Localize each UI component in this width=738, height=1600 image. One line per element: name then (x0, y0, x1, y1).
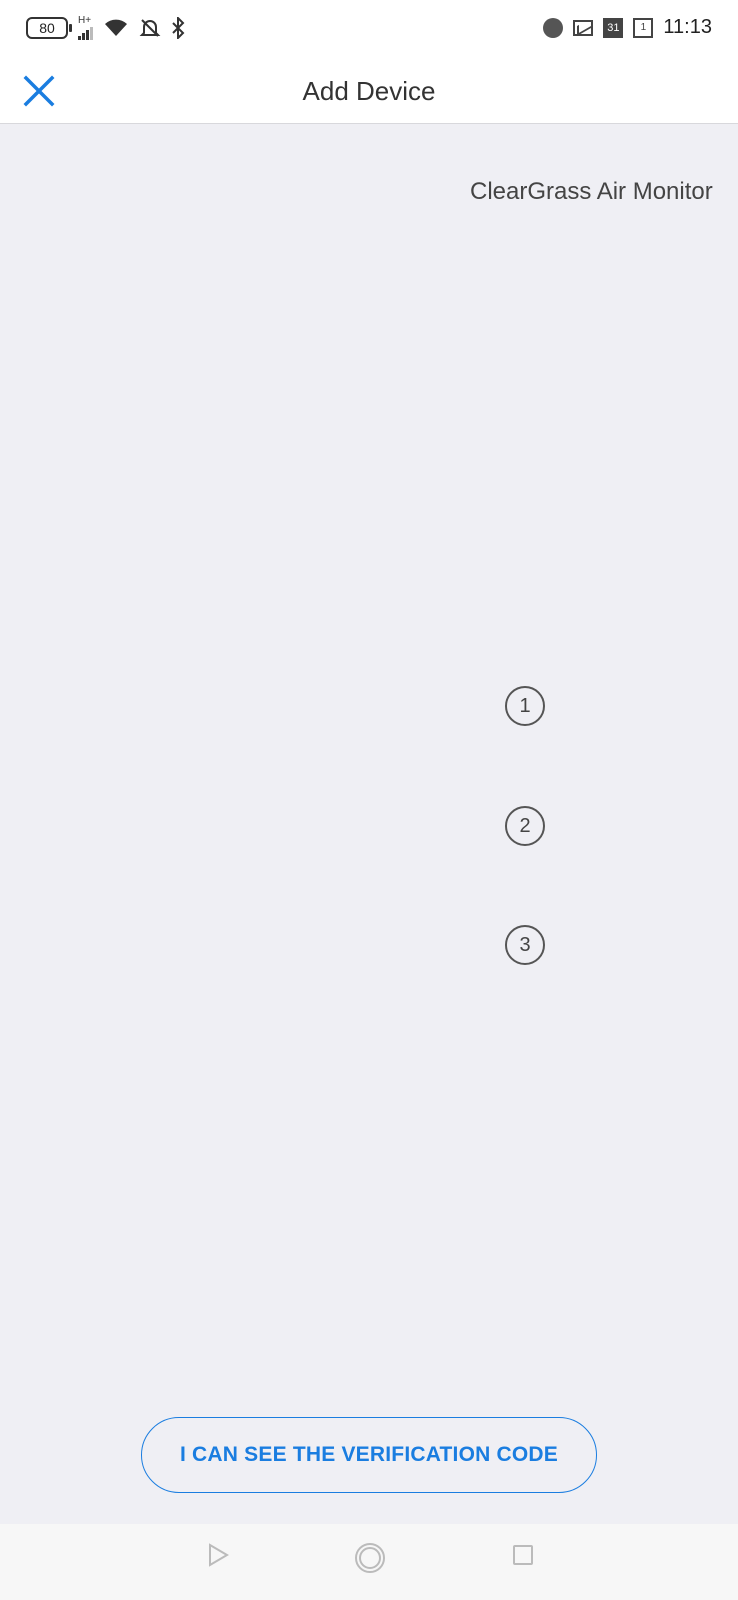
step-3-badge: 3 (505, 925, 545, 965)
recent-apps-icon[interactable] (513, 1545, 533, 1565)
chrome-icon (543, 17, 564, 38)
status-left: 80 H+ (26, 16, 185, 40)
step-2-badge: 2 (505, 806, 545, 846)
network-type: H+ (78, 15, 92, 26)
calendar-outline-icon: 1 (633, 17, 654, 38)
device-name: ClearGrass Air Monitor (470, 178, 713, 205)
bluetooth-icon (172, 17, 185, 39)
verification-code-button[interactable]: I CAN SEE THE VERIFICATION CODE (141, 1417, 597, 1493)
battery-icon: 80 (26, 17, 72, 39)
system-nav-bar (0, 1524, 738, 1600)
gmail-icon (573, 19, 594, 36)
calendar-icon: 31 (603, 17, 624, 38)
page-title: Add Device (302, 76, 436, 106)
signal-icon: H+ (78, 16, 93, 40)
back-icon[interactable] (205, 1542, 231, 1568)
status-bar: 80 H+ 31 1 11:13 (0, 0, 738, 58)
app-header: Add Device (0, 58, 738, 124)
step-1-badge: 1 (505, 686, 545, 726)
alarm-off-icon (139, 19, 161, 37)
wifi-icon (105, 19, 127, 36)
status-right: 31 1 11:13 (543, 16, 712, 39)
status-time: 11:13 (663, 16, 712, 38)
home-icon[interactable] (353, 1541, 387, 1575)
